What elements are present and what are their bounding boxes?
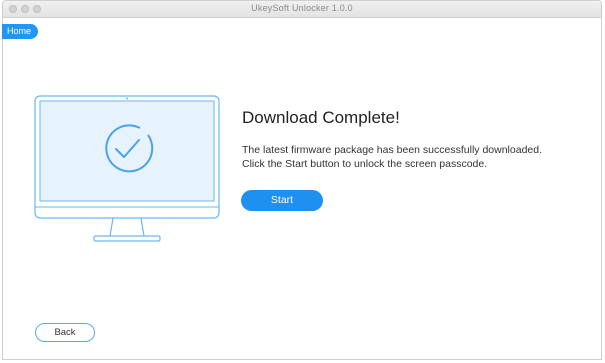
page-heading: Download Complete!: [242, 108, 400, 127]
description-line-1: The latest firmware package has been suc…: [242, 144, 542, 156]
description-line-2: Click the Start button to unlock the scr…: [242, 158, 488, 170]
monitor-checkmark-icon: [34, 95, 220, 242]
window-title: UkeySoft Unlocker 1.0.0: [251, 3, 353, 13]
start-button[interactable]: Start: [241, 190, 323, 211]
description-text: The latest firmware package has been suc…: [242, 143, 542, 171]
back-button[interactable]: Back: [35, 323, 95, 342]
title-bar: UkeySoft Unlocker 1.0.0: [3, 1, 601, 18]
home-button[interactable]: Home: [2, 24, 39, 39]
